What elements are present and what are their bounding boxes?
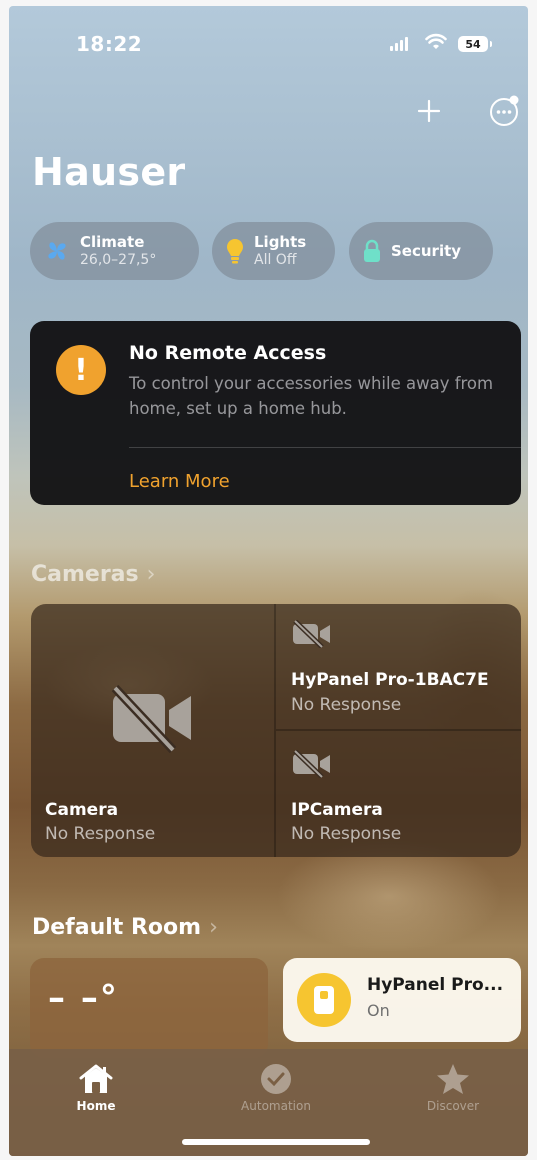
temperature-value: – –° bbox=[48, 978, 119, 1018]
section-title: Default Room bbox=[32, 915, 202, 940]
house-icon bbox=[36, 1059, 156, 1099]
battery-icon: 54 bbox=[458, 36, 492, 52]
tab-label: Home bbox=[76, 1099, 116, 1113]
default-room-section-header[interactable]: Default Room › bbox=[32, 915, 218, 940]
tab-bar: Home Automation Discover bbox=[9, 1049, 528, 1156]
accessory-state: On bbox=[367, 1001, 390, 1020]
security-chip[interactable]: Security bbox=[349, 222, 493, 280]
camera-status: No Response bbox=[291, 695, 402, 715]
cameras-section-header[interactable]: Cameras › bbox=[31, 562, 155, 587]
tab-home[interactable]: Home bbox=[36, 1059, 156, 1113]
camera-off-icon bbox=[292, 749, 332, 782]
accessory-name: HyPanel Pro... bbox=[367, 975, 504, 995]
status-time: 18:22 bbox=[76, 32, 143, 56]
chip-label: Security bbox=[391, 242, 462, 260]
switch-panel-icon bbox=[297, 973, 351, 1027]
fan-icon bbox=[44, 238, 70, 264]
no-remote-access-card: ! No Remote Access To control your acces… bbox=[30, 321, 521, 505]
cameras-grid: Camera No Response HyPanel Pro-1BAC7E No… bbox=[31, 604, 521, 857]
accessory-tile[interactable]: HyPanel Pro... On bbox=[283, 958, 521, 1042]
exclamation-icon: ! bbox=[56, 345, 106, 395]
chip-label: Climate bbox=[80, 233, 145, 251]
tab-discover[interactable]: Discover bbox=[393, 1059, 513, 1113]
lock-icon bbox=[363, 239, 381, 263]
lightbulb-icon bbox=[226, 237, 244, 265]
home-indicator[interactable] bbox=[182, 1139, 370, 1145]
chip-label: Lights bbox=[254, 233, 307, 251]
chevron-right-icon: › bbox=[146, 562, 156, 587]
more-button[interactable] bbox=[487, 94, 521, 128]
plus-icon bbox=[417, 99, 441, 123]
tab-automation[interactable]: Automation bbox=[216, 1059, 336, 1113]
camera-name[interactable]: Camera bbox=[45, 800, 118, 820]
learn-more-link[interactable]: Learn More bbox=[129, 471, 230, 492]
chevron-right-icon: › bbox=[209, 915, 218, 940]
climate-chip[interactable]: Climate 26,0–27,5° bbox=[30, 222, 199, 280]
cellular-signal-icon bbox=[390, 37, 408, 51]
camera-status: No Response bbox=[45, 824, 156, 844]
tab-label: Discover bbox=[426, 1099, 480, 1113]
alert-title: No Remote Access bbox=[129, 342, 327, 364]
wifi-icon bbox=[425, 33, 447, 55]
alert-body: To control your accessories while away f… bbox=[129, 374, 494, 418]
star-icon bbox=[393, 1059, 513, 1099]
lights-chip[interactable]: Lights All Off bbox=[212, 222, 335, 280]
chip-sublabel: 26,0–27,5° bbox=[80, 252, 157, 268]
camera-status: No Response bbox=[291, 824, 402, 844]
camera-name[interactable]: IPCamera bbox=[291, 800, 383, 820]
section-title: Cameras bbox=[31, 562, 139, 587]
home-screen: 18:22 54 Hauser Climate 26,0–27,5° Light… bbox=[9, 6, 528, 1156]
divider bbox=[129, 447, 521, 448]
chip-sublabel: All Off bbox=[254, 252, 297, 268]
temperature-tile[interactable]: – –° bbox=[30, 958, 268, 1058]
camera-off-icon bbox=[111, 684, 195, 758]
camera-name[interactable]: HyPanel Pro-1BAC7E bbox=[291, 670, 489, 690]
page-title: Hauser bbox=[32, 150, 186, 194]
add-button[interactable] bbox=[412, 94, 446, 128]
tab-label: Automation bbox=[241, 1099, 311, 1113]
status-bar: 18:22 54 bbox=[9, 32, 528, 62]
camera-off-icon bbox=[292, 619, 332, 652]
clock-check-icon bbox=[216, 1059, 336, 1099]
ellipsis-circle-icon bbox=[490, 95, 519, 126]
divider bbox=[276, 729, 521, 731]
